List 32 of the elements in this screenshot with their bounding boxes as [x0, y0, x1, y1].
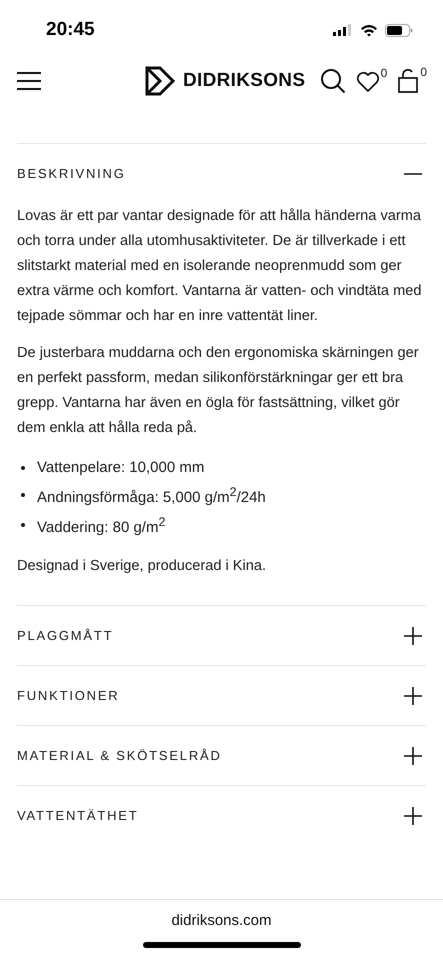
logo-icon: [145, 66, 175, 96]
cart-count: 0: [420, 65, 427, 79]
bullet-icon: [21, 493, 25, 497]
section-title: MATERIAL & SKÖTSELRÅD: [17, 748, 222, 763]
search-icon[interactable]: [320, 68, 346, 94]
wishlist-count: 0: [380, 66, 388, 80]
bullet-icon: [21, 466, 25, 470]
spec-text: Andningsförmåga: 5,000 g/m$^{2}$/24h: [37, 484, 266, 508]
accordion-header[interactable]: VATTENTÄTHET: [17, 786, 426, 845]
url-text[interactable]: didriksons.com: [171, 912, 272, 929]
section-title: BESKRIVNING: [17, 166, 126, 181]
description-paragraph: Lovas är ett par vantar designade för att hålla händerna varma och torra under alla utomhusaktiviteter. De är tillverkade i ett slitstarkt material med en isolerande neoprenmudd som ger extra värme och komfort. Vantarna är vatten- och vindtäta med tejpade sömmar och har en inre vattentät liner.: [17, 207, 422, 326]
status-time: 20:45: [46, 19, 95, 41]
accordion-header[interactable]: FUNKTIONER: [17, 666, 426, 725]
brand-name: DIDRIKSONS: [183, 70, 306, 92]
accordion-header[interactable]: BESKRIVNING: [17, 144, 426, 203]
accordion-header[interactable]: MATERIAL & SKÖTSELRÅD: [17, 726, 426, 785]
spec-text: Vattenpelare: 10,000 mm: [37, 458, 204, 478]
origin-text: Designad i Sverige, producerad i Kina.: [17, 557, 268, 576]
wifi-icon: [360, 24, 378, 36]
spec-text: Vaddering: 80 g/m$^{2}$: [37, 514, 166, 538]
bullet-icon: [21, 523, 25, 527]
accordion-header[interactable]: PLAGGMÅTT: [17, 606, 426, 665]
bag-icon[interactable]: [397, 69, 420, 93]
menu-icon[interactable]: [17, 72, 41, 90]
heart-icon[interactable]: [356, 70, 380, 92]
section-title: VATTENTÄTHET: [17, 808, 139, 823]
description-paragraph: De justerbara muddarna och den ergonomiska skärningen ger en perfekt passform, medan silikonförstärkningar ger ett bra grepp. Vantarna har även en ögla för fastsättning, vilket gör dem enkla att hålla reda på.: [17, 344, 420, 438]
battery-icon: [385, 24, 413, 36]
signal-icon: [333, 24, 353, 36]
section-title: PLAGGMÅTT: [17, 628, 114, 643]
section-title: FUNKTIONER: [17, 688, 120, 703]
